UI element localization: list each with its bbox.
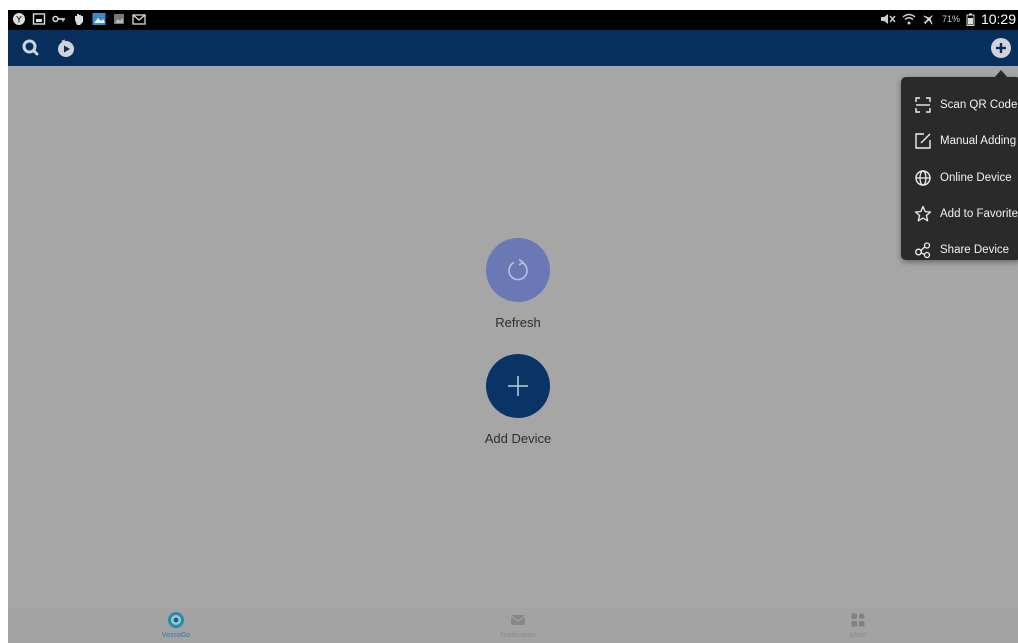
app-notification-icon: Y [13,13,25,26]
menu-item-share-device[interactable]: Share Device [901,232,1018,268]
menu-item-manual-adding[interactable]: Manual Adding [901,123,1018,159]
globe-icon [915,170,931,186]
photo-icon [92,13,106,25]
add-device-action: Add Device [485,354,551,446]
menu-item-scan-qr-code[interactable]: Scan QR Code [901,87,1018,123]
app-screen: Y 71% 10:29 Refresh Add Device Scan QR C… [8,10,1018,643]
menu-item-label: Share Device [940,244,1010,256]
battery-icon [966,13,975,26]
envelope-icon [510,615,526,625]
add-circle-icon[interactable] [990,37,1012,59]
add-device-label: Add Device [484,431,552,446]
wifi-icon [902,13,916,25]
add-device-button[interactable] [486,354,550,418]
key-icon [52,15,65,23]
star-icon [914,205,932,222]
share-icon [915,242,931,259]
menu-item-label: Manual Adding [940,135,1017,147]
tab-label: Notification [500,632,536,639]
playback-icon[interactable] [55,37,77,59]
tab-more[interactable]: More [798,611,918,639]
scan-qr-icon [915,97,931,113]
airplane-mode-icon [923,14,934,25]
menu-item-add-to-favorites[interactable]: Add to Favorites [901,196,1018,232]
search-icon[interactable] [20,37,42,59]
email-icon [132,14,146,25]
mute-icon [880,14,896,24]
camera-lens-icon [168,612,184,628]
battery-percent: 71% [941,14,960,24]
plus-icon [508,376,528,396]
tab-label: More [850,632,866,639]
refresh-button[interactable] [486,238,550,302]
status-bar: Y 71% 10:29 [8,10,1018,30]
edit-icon [915,133,931,149]
tab-label: VezcoGo [161,632,191,639]
menu-item-label: Scan QR Code [940,99,1018,111]
app-bar [8,30,1018,66]
svg-text:Y: Y [15,16,22,26]
add-menu: Scan QR Code Manual Adding Online Device… [901,77,1018,260]
hand-icon [75,14,83,25]
system-status: 71% 10:29 [880,11,1016,27]
tab-notification[interactable]: Notification [458,611,578,639]
menu-item-label: Add to Favorites [940,208,1018,220]
screenshot-icon [32,13,46,25]
refresh-label: Refresh [495,315,541,330]
grid-icon [851,613,865,627]
bottom-tab-bar: VezcoGo Notification More [8,607,1018,643]
notification-icons: Y [12,12,146,26]
clock: 10:29 [980,11,1016,27]
menu-item-online-device[interactable]: Online Device [901,160,1018,196]
gallery-icon [114,14,124,24]
refresh-icon [508,258,528,281]
refresh-action: Refresh [486,238,550,330]
tab-vezcogo[interactable]: VezcoGo [116,611,236,639]
menu-item-label: Online Device [940,172,1012,184]
